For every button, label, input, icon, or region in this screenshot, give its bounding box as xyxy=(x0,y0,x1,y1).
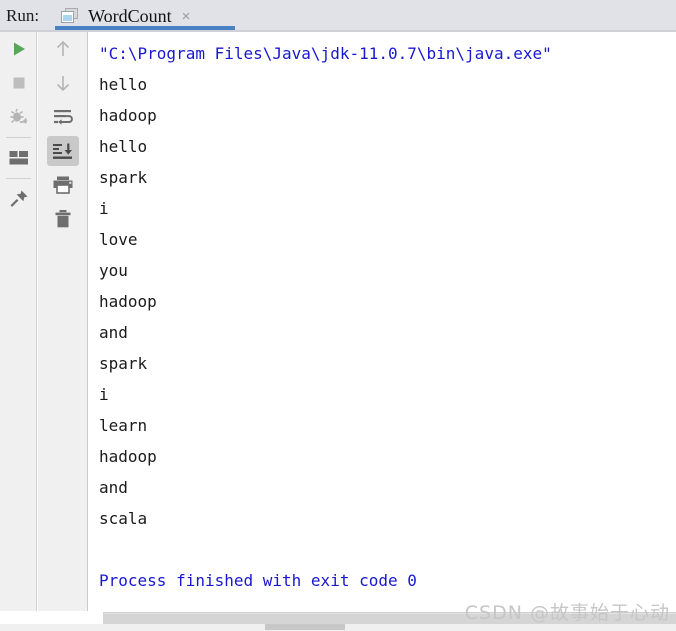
arrow-down-icon xyxy=(56,76,69,92)
rerun-button[interactable] xyxy=(0,32,37,66)
soft-wrap-icon xyxy=(53,110,73,125)
print-button[interactable] xyxy=(38,168,87,202)
window-bottom-scrollbar-thumb[interactable] xyxy=(265,624,345,630)
run-configuration-icon xyxy=(61,8,79,24)
bug-rerun-icon xyxy=(9,108,28,124)
watermark-text: CSDN @故事始于心动 xyxy=(464,602,670,624)
scroll-to-end-button[interactable] xyxy=(38,134,87,168)
clear-all-button[interactable] xyxy=(38,202,87,236)
stop-square-icon xyxy=(13,77,24,89)
console-line: scala xyxy=(99,509,148,528)
console-line: hadoop xyxy=(99,292,157,311)
arrow-up-icon xyxy=(56,40,69,56)
soft-wrap-button[interactable] xyxy=(38,100,87,134)
console-line: hello xyxy=(99,75,148,94)
pin-icon xyxy=(10,190,27,207)
close-icon[interactable]: × xyxy=(182,9,191,24)
trash-icon xyxy=(55,210,70,228)
console-output-area[interactable]: "C:\Program Files\Java\jdk-11.0.7\bin\ja… xyxy=(89,32,676,611)
layout-settings-button[interactable] xyxy=(0,141,37,175)
run-toolbar-primary xyxy=(0,32,37,611)
console-line: hadoop xyxy=(99,106,157,125)
console-line: love xyxy=(99,230,138,249)
down-the-stack-trace-button[interactable] xyxy=(38,66,87,100)
up-the-stack-trace-button[interactable] xyxy=(38,32,87,66)
layout-grid-icon xyxy=(9,151,28,165)
console-line: i xyxy=(99,385,109,404)
console-line: hadoop xyxy=(99,447,157,466)
tab-title: WordCount xyxy=(88,5,172,26)
printer-icon xyxy=(53,176,72,194)
console-line: Process finished with exit code 0 xyxy=(99,571,417,590)
stop-button[interactable] xyxy=(0,66,37,100)
pin-tab-button[interactable] xyxy=(0,182,37,216)
console-line: hello xyxy=(99,137,148,156)
run-label: Run: xyxy=(6,6,40,25)
rerun-failed-tests-button[interactable] xyxy=(0,100,37,134)
console-toolbar-secondary xyxy=(38,32,88,611)
scroll-to-end-icon xyxy=(52,143,72,159)
console-line: and xyxy=(99,478,128,497)
play-icon xyxy=(13,42,25,56)
console-line: learn xyxy=(99,416,148,435)
console-line: you xyxy=(99,261,128,280)
toolbar-separator xyxy=(5,137,31,138)
console-line: spark xyxy=(99,168,148,187)
console-line: "C:\Program Files\Java\jdk-11.0.7\bin\ja… xyxy=(99,44,552,63)
console-line: and xyxy=(99,323,128,342)
console-lines: "C:\Program Files\Java\jdk-11.0.7\bin\ja… xyxy=(89,32,676,596)
toolbar-separator xyxy=(5,178,31,179)
console-line: i xyxy=(99,199,109,218)
console-line: spark xyxy=(99,354,148,373)
